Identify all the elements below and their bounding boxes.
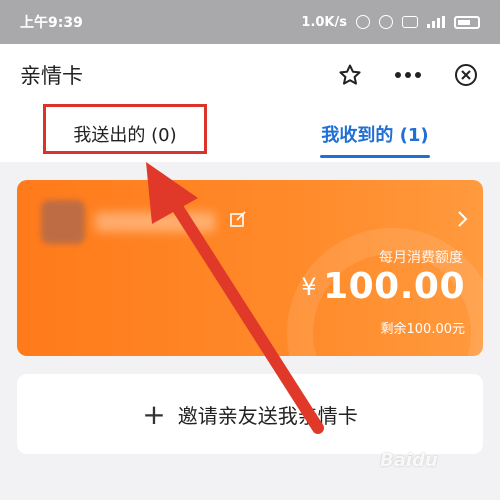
network-speed: 1.0K/s: [301, 14, 347, 30]
status-right: 1.0K/s: [301, 15, 480, 30]
close-button[interactable]: [452, 61, 480, 89]
more-button[interactable]: [394, 61, 422, 89]
watermark-logo: Baidu: [380, 450, 438, 471]
favorite-button[interactable]: [336, 61, 364, 89]
blurred-name: [95, 212, 215, 232]
invite-button[interactable]: + 邀请亲友送我亲情卡: [17, 374, 483, 454]
app-header: 亲情卡: [0, 44, 500, 106]
monthly-limit-label: 每月消费额度: [379, 250, 463, 266]
invite-label: 邀请亲友送我亲情卡: [177, 403, 358, 428]
active-tab-indicator: [320, 155, 430, 158]
status-time: 上午9:39: [20, 15, 83, 31]
currency-symbol: ¥: [301, 273, 318, 301]
amount-value: 100.00: [323, 266, 465, 307]
tab-received[interactable]: 我收到的 (1): [250, 106, 500, 162]
chevron-right-icon: [458, 211, 468, 227]
family-card[interactable]: 每月消费额度 ¥100.00 剩余100.00元: [17, 180, 483, 356]
tab-sent[interactable]: 我送出的 (0): [0, 106, 250, 162]
page-title: 亲情卡: [20, 64, 83, 88]
edit-icon[interactable]: [229, 210, 247, 228]
remaining-balance: 剩余100.00元: [380, 322, 466, 337]
tab-sent-label: 我送出的 (0): [73, 125, 177, 146]
avatar: [41, 200, 85, 244]
hd-icon: [402, 16, 418, 28]
battery-icon: [454, 15, 480, 29]
star-icon: [339, 64, 361, 85]
tab-bar: 我送出的 (0) 我收到的 (1): [0, 106, 500, 162]
status-bar: 上午9:39 1.0K/s: [0, 0, 500, 44]
signal-icon: [427, 16, 445, 28]
alarm-icon: [379, 15, 393, 29]
tab-received-label: 我收到的 (1): [321, 125, 429, 146]
more-icon: [395, 72, 421, 78]
monthly-limit-amount: ¥100.00: [301, 266, 465, 307]
mute-icon: [356, 15, 370, 29]
close-icon: [455, 64, 477, 86]
header-actions: [336, 61, 480, 89]
plus-icon: +: [142, 397, 166, 431]
